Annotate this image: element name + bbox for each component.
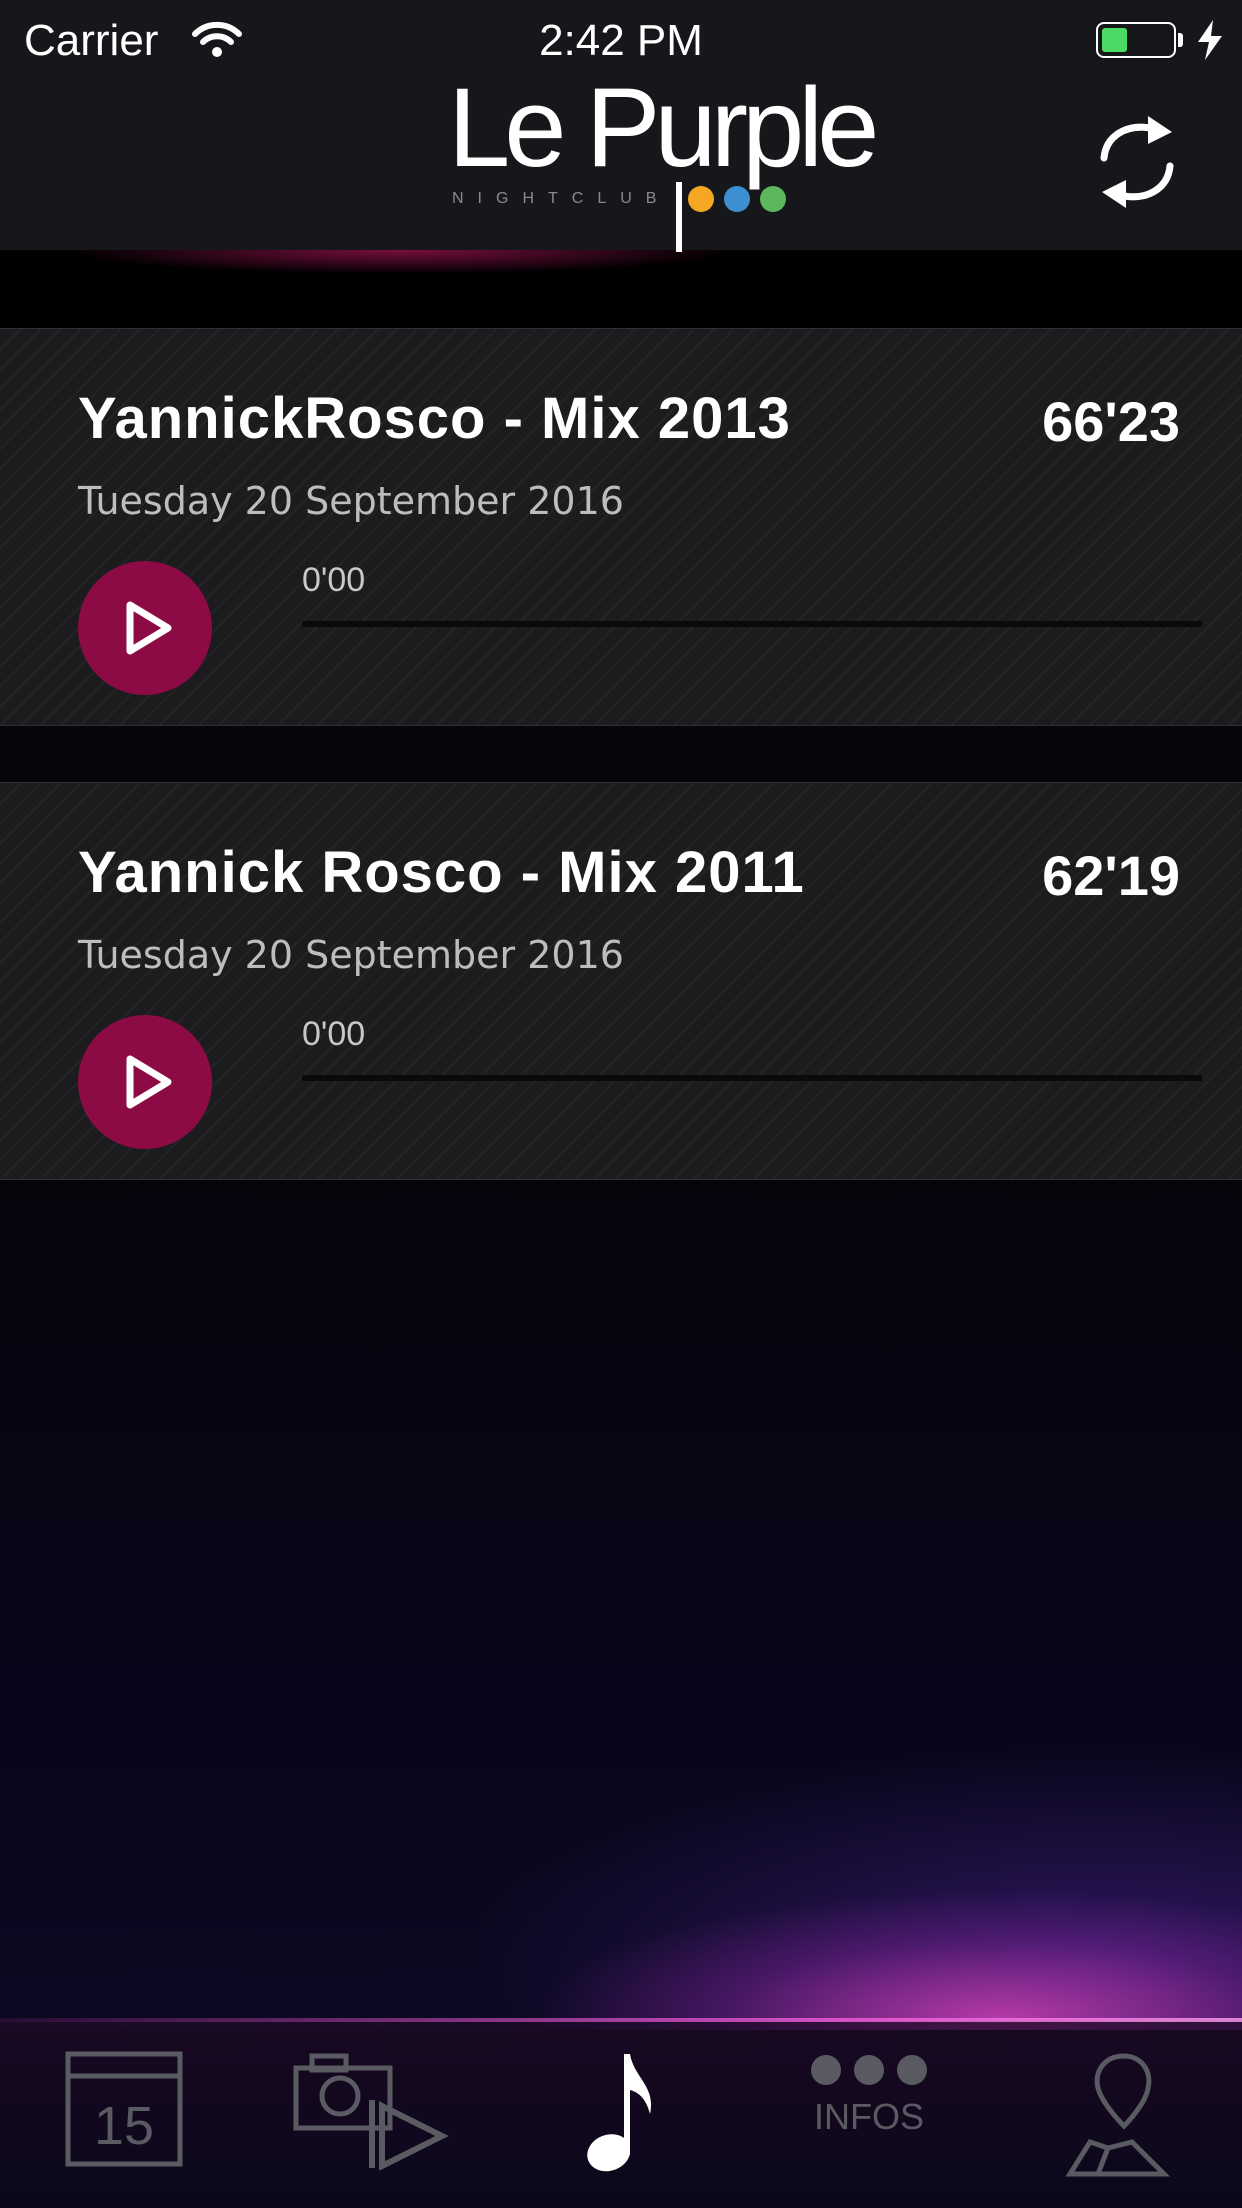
tab-music[interactable]	[580, 2050, 660, 2190]
track-duration: 66'23	[1042, 390, 1180, 453]
tab-map[interactable]	[1060, 2050, 1180, 2190]
tab-infos[interactable]: INFOS	[804, 2050, 934, 2190]
track-elapsed-time: 0'00	[302, 1015, 366, 1053]
logo-dot-blue	[724, 186, 750, 212]
battery-level	[1102, 28, 1127, 52]
track-duration: 62'19	[1042, 844, 1180, 907]
logo-subtitle: NIGHTCLUB	[452, 190, 671, 207]
tab-calendar[interactable]: 15	[64, 2050, 184, 2190]
charging-bolt-icon	[1196, 20, 1224, 65]
nav-glow	[0, 250, 1242, 330]
tab-infos-label: INFOS	[813, 2096, 924, 2137]
logo-text: Le Purple	[448, 65, 879, 190]
track-date: Tuesday 20 September 2016	[78, 933, 624, 977]
refresh-button[interactable]	[1092, 112, 1182, 212]
calendar-icon: 15	[65, 2051, 183, 2167]
logo-dot-green	[760, 186, 786, 212]
play-button[interactable]	[78, 561, 212, 695]
battery-icon	[1096, 22, 1176, 58]
more-dots-icon	[811, 2055, 927, 2085]
logo-stem	[676, 182, 682, 252]
track-progress-bar[interactable]	[302, 621, 1202, 627]
tab-bar-divider	[0, 2018, 1242, 2022]
play-icon	[126, 1055, 172, 1109]
play-button[interactable]	[78, 1015, 212, 1149]
track-title: YannickRosco - Mix 2013	[78, 386, 791, 451]
logo-dot-orange	[688, 186, 714, 212]
battery-tip	[1178, 33, 1183, 47]
calendar-day: 15	[94, 2096, 154, 2156]
track-elapsed-time: 0'00	[302, 561, 366, 599]
track-card: Yannick Rosco - Mix 2011 62'19 Tuesday 2…	[0, 782, 1242, 1180]
play-icon	[126, 601, 172, 655]
refresh-icon	[1100, 116, 1174, 208]
tab-media[interactable]	[292, 2050, 452, 2190]
photo-video-icon	[293, 2053, 449, 2170]
music-note-icon	[587, 2054, 652, 2172]
track-card: YannickRosco - Mix 2013 66'23 Tuesday 20…	[0, 328, 1242, 726]
track-progress-bar[interactable]	[302, 1075, 1202, 1081]
track-title: Yannick Rosco - Mix 2011	[78, 840, 805, 905]
le-purple-logo: Le Purple NIGHTCLUB	[448, 72, 879, 252]
clock: 2:42 PM	[539, 16, 703, 65]
track-date: Tuesday 20 September 2016	[78, 479, 624, 523]
map-pin-icon	[1065, 2053, 1171, 2177]
background-glow	[0, 1178, 1242, 2030]
